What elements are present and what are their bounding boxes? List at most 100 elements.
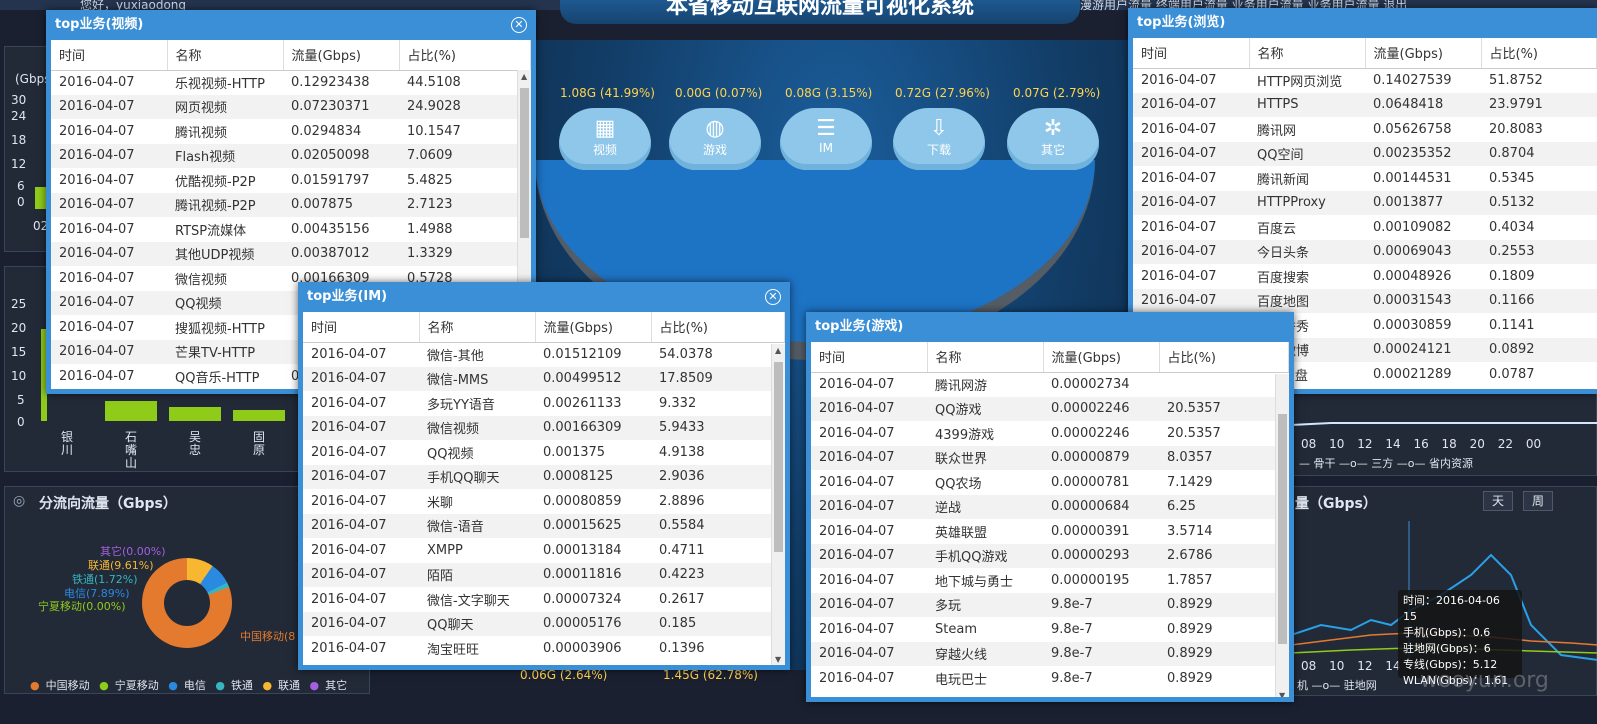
scroll-thumb[interactable] [520,88,529,238]
window-game-header[interactable]: top业务(游戏) [811,312,1289,342]
table-row[interactable]: 2016-04-07 微信-其他 0.01512109 54.0378 [303,342,785,367]
scroll-up-icon[interactable]: ▲ [521,72,527,81]
table-row[interactable]: 2016-04-07 地下城与勇士 0.00000195 1.7857 [811,568,1289,593]
download-cloud[interactable]: ⇩ 下载 [893,108,985,170]
bar-shizuishan[interactable] [105,401,157,421]
close-icon[interactable]: ✕ [511,17,527,33]
col-time[interactable]: 时间 [1133,38,1250,69]
table-row[interactable]: 2016-04-07 逆战 0.00000684 6.25 [811,494,1289,519]
table-row[interactable]: 2016-04-07 穿越火线 9.8e-7 0.8929 [811,641,1289,666]
cell-time: 2016-04-07 [1133,190,1249,215]
cell-time: 2016-04-07 [811,396,927,421]
week-button[interactable]: 周 [1523,491,1553,511]
direction-donut[interactable] [142,558,232,648]
table-row[interactable]: 2016-04-07 网页视频 0.07230371 24.9028 [51,94,531,119]
scroll-down-icon[interactable]: ▼ [775,655,781,664]
col-ratio[interactable]: 占比(%) [1481,38,1597,69]
cell-flow: 0.00005176 [535,611,651,636]
cell-flow: 0.0294834 [291,123,362,139]
scroll-down-icon[interactable]: ▼ [1279,691,1285,697]
col-name[interactable]: 名称 [1249,38,1366,69]
table-row[interactable]: 2016-04-07 QQ空间 0.00235352 0.8704 [1133,141,1597,166]
cell-flow: 0.00000879 [1043,445,1159,470]
scroll-thumb[interactable] [774,362,783,552]
cell-time: 2016-04-07 [811,641,927,666]
table-row[interactable]: 2016-04-07 RTSP流媒体 0.00435156 1.4988 [51,217,531,242]
table-row[interactable]: 2016-04-07 乐视视频-HTTP 0.12923438 44.5108 [51,70,531,95]
table-row[interactable]: 2016-04-07 手机QQ聊天 0.0008125 2.9036 [303,464,785,489]
col-name[interactable]: 名称 [927,342,1044,373]
table-row[interactable]: 2016-04-07 Steam 9.8e-7 0.8929 [811,617,1289,642]
table-row[interactable]: 2016-04-07 HTTPS 0.0648418 23.9791 [1133,92,1597,117]
table-row[interactable]: 2016-04-07 XMPP 0.00013184 0.4711 [303,538,785,563]
col-flow[interactable]: 流量(Gbps) [1043,342,1160,373]
cell-ratio: 20.5357 [1167,425,1221,441]
cell-name: QQ农场 [935,476,982,492]
table-row[interactable]: 2016-04-07 米聊 0.00080859 2.8896 [303,489,785,514]
scroll-up-icon[interactable]: ▲ [775,346,781,355]
other-cloud[interactable]: ✲ 其它 [1007,108,1099,170]
im-scrollbar[interactable]: ▲ ▼ [771,344,785,665]
table-row[interactable]: 2016-04-07 微信-文字聊天 0.00007324 0.2617 [303,587,785,612]
table-row[interactable]: 2016-04-07 多玩 9.8e-7 0.8929 [811,592,1289,617]
table-row[interactable]: 2016-04-07 多玩YY语音 0.00261133 9.332 [303,391,785,416]
col-ratio[interactable]: 占比(%) [399,40,531,71]
table-row[interactable]: 2016-04-07 联众世界 0.00000879 8.0357 [811,445,1289,470]
table-row[interactable]: 2016-04-07 腾讯视频-P2P 0.007875 2.7123 [51,192,531,217]
table-row[interactable]: 2016-04-07 微信-MMS 0.00499512 17.8509 [303,366,785,391]
table-row[interactable]: 2016-04-07 4399游戏 0.00002246 20.5357 [811,421,1289,446]
table-row[interactable]: 2016-04-07 电玩巴士 9.8e-7 0.8929 [811,666,1289,691]
cell-flow: 0.00069043 [1365,239,1481,264]
table-row[interactable]: 2016-04-07 腾讯网游 0.00002734 [811,372,1289,397]
cell-ratio: 1.7857 [1167,572,1213,588]
video-cloud[interactable]: ▦ 视频 [559,108,651,170]
col-flow[interactable]: 流量(Gbps) [283,40,400,71]
game-scrollbar[interactable]: ▼ [1275,374,1289,697]
table-row[interactable]: 2016-04-07 QQ农场 0.00000781 7.1429 [811,470,1289,495]
table-row[interactable]: 2016-04-07 QQ聊天 0.00005176 0.185 [303,611,785,636]
table-row[interactable]: 2016-04-07 英雄联盟 0.00000391 3.5714 [811,519,1289,544]
download-cloud-icon: ⇩ [929,116,949,141]
col-flow[interactable]: 流量(Gbps) [535,312,652,343]
table-row[interactable]: 2016-04-07 百度云 0.00109082 0.4034 [1133,215,1597,240]
col-time[interactable]: 时间 [811,342,928,373]
table-row[interactable]: 2016-04-07 淘宝旺旺 0.00003906 0.1396 [303,636,785,661]
table-row[interactable]: 2016-04-07 陌陌 0.00011816 0.4223 [303,562,785,587]
close-icon[interactable]: ✕ [765,289,781,305]
col-flow[interactable]: 流量(Gbps) [1365,38,1482,69]
table-row[interactable]: 2016-04-07 腾讯新闻 0.00144531 0.5345 [1133,166,1597,191]
window-video-header[interactable]: top业务(视频) ✕ [51,10,531,40]
table-row[interactable]: 2016-04-07 百度地图 0.00031543 0.1166 [1133,288,1597,313]
window-im-header[interactable]: top业务(IM) ✕ [303,282,785,312]
table-row[interactable]: 2016-04-07 腾讯视频 0.0294834 10.1547 [51,119,531,144]
table-row[interactable]: 2016-04-07 百度搜索 0.00048926 0.1809 [1133,264,1597,289]
col-time[interactable]: 时间 [51,40,168,71]
table-row[interactable]: 2016-04-07 今日头条 0.00069043 0.2553 [1133,239,1597,264]
im-cloud[interactable]: ☰ IM [780,108,872,170]
table-row[interactable]: 2016-04-07 QQ视频 0.001375 4.9138 [303,440,785,465]
game-cloud[interactable]: ◍ 游戏 [669,108,761,170]
col-name[interactable]: 名称 [419,312,536,343]
cell-ratio: 0.1141 [1489,317,1535,333]
table-row[interactable]: 2016-04-07 HTTPProxy 0.0013877 0.5132 [1133,190,1597,215]
table-row[interactable]: 2016-04-07 优酷视频-P2P 0.01591797 5.4825 [51,168,531,193]
table-row[interactable]: 2016-04-07 HTTP网页浏览 0.14027539 51.8752 [1133,68,1597,93]
bar-guyuan[interactable] [233,410,285,421]
cell-ratio: 0.5345 [1489,170,1535,186]
table-row[interactable]: 2016-04-07 微信-语音 0.00015625 0.5584 [303,513,785,538]
table-row[interactable]: 2016-04-07 Flash视频 0.02050098 7.0609 [51,143,531,168]
table-row[interactable]: 2016-04-07 手机QQ游戏 0.00000293 2.6786 [811,543,1289,568]
table-row[interactable]: 2016-04-07 微信视频 0.00166309 5.9433 [303,415,785,440]
scroll-thumb[interactable] [1278,414,1287,644]
col-ratio[interactable]: 占比(%) [1159,342,1289,373]
day-button[interactable]: 天 [1483,491,1513,511]
cell-ratio: 0.8929 [1167,670,1213,686]
col-ratio[interactable]: 占比(%) [651,312,785,343]
table-row[interactable]: 2016-04-07 其他UDP视频 0.00387012 1.3329 [51,241,531,266]
col-name[interactable]: 名称 [167,40,284,71]
col-time[interactable]: 时间 [303,312,420,343]
window-browse-header[interactable]: top业务(浏览) [1133,8,1597,38]
table-row[interactable]: 2016-04-07 腾讯网 0.05626758 20.8083 [1133,117,1597,142]
bar-wuzhong[interactable] [169,407,221,421]
table-row[interactable]: 2016-04-07 QQ游戏 0.00002246 20.5357 [811,396,1289,421]
